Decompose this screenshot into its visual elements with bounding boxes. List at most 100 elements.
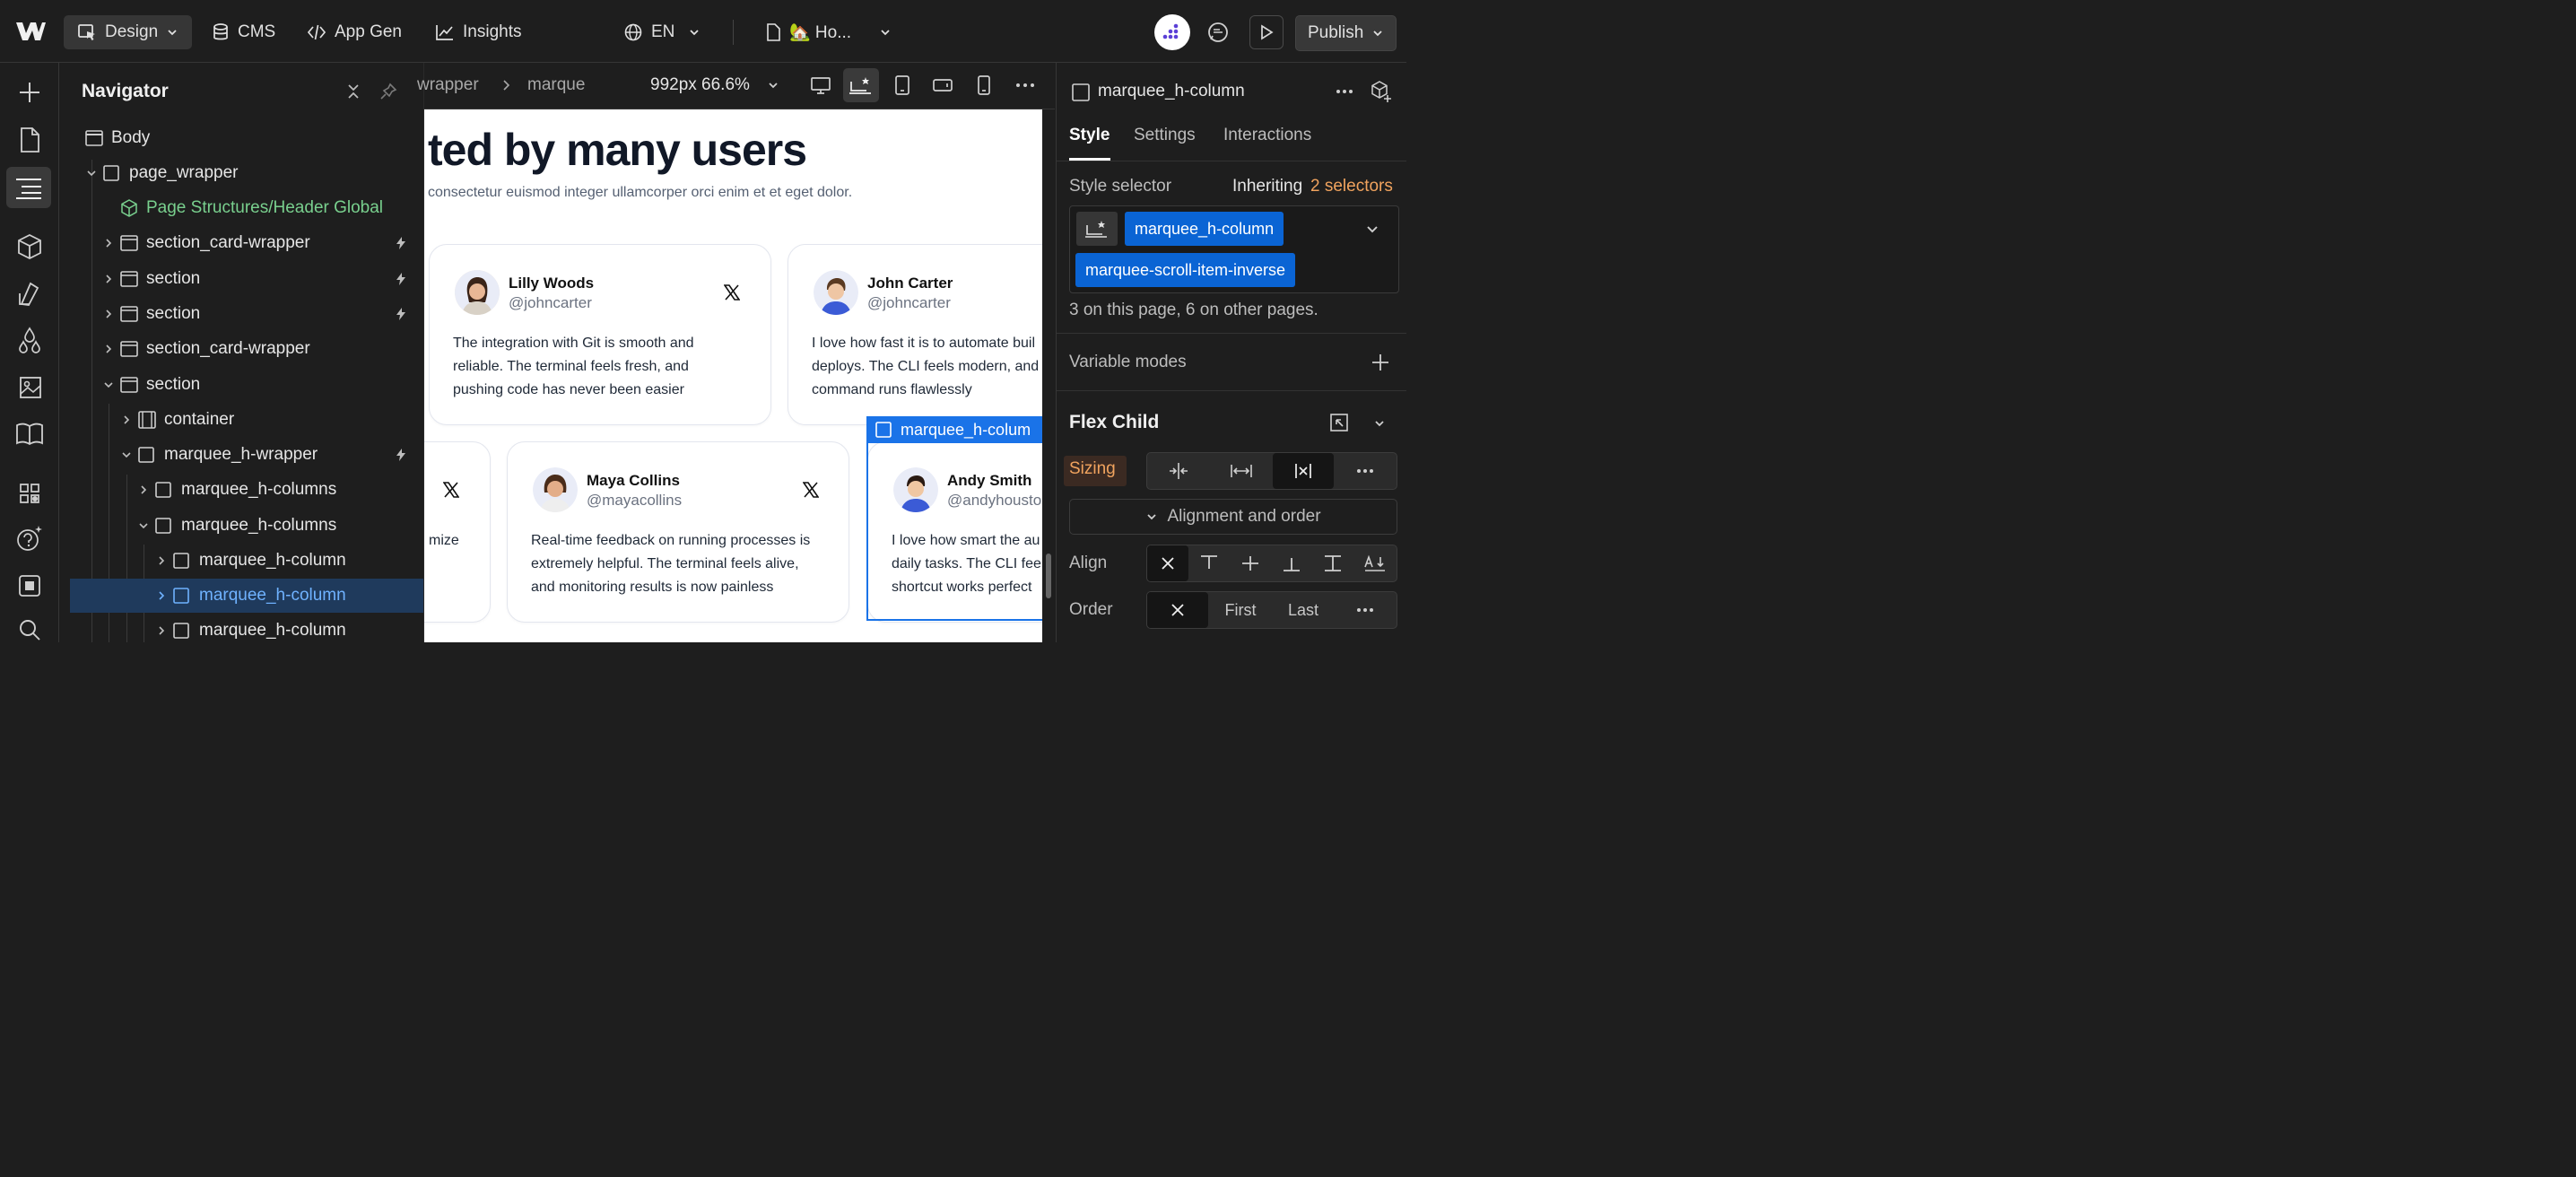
canvas-scrollbar[interactable] <box>1042 109 1055 642</box>
align-none-icon[interactable] <box>1147 545 1188 581</box>
chevron-down-icon[interactable] <box>120 449 133 461</box>
breadcrumb-item[interactable]: wrapper <box>417 75 479 95</box>
tab-interactions[interactable]: Interactions <box>1223 126 1311 145</box>
design-canvas[interactable]: ted by many users consectetur euismod in… <box>424 109 1042 642</box>
desktop-icon[interactable] <box>810 74 831 96</box>
expand-icon[interactable] <box>1328 412 1350 433</box>
pin-icon[interactable] <box>379 82 398 101</box>
components-icon[interactable] <box>12 229 48 265</box>
grow-icon[interactable] <box>1210 453 1273 489</box>
alignment-order-toggle[interactable]: Alignment and order <box>1069 499 1397 535</box>
tree-row-body[interactable]: Body <box>59 121 423 155</box>
style-manager-icon[interactable] <box>12 276 48 312</box>
tree-row-section[interactable]: section <box>59 368 423 402</box>
chevron-down-icon[interactable] <box>1372 416 1387 431</box>
chevron-down-icon[interactable] <box>1364 222 1380 238</box>
align-end-icon[interactable] <box>1271 545 1312 581</box>
chevron-down-icon[interactable] <box>85 167 98 179</box>
cms-collections-icon[interactable] <box>12 416 48 452</box>
selector-field[interactable]: marquee_h-column marquee-scroll-item-inv… <box>1069 205 1399 293</box>
chevron-right-icon[interactable] <box>102 308 115 320</box>
chevron-down-icon[interactable] <box>137 519 150 532</box>
tree-row-container[interactable]: container <box>59 403 423 437</box>
align-stretch-icon[interactable] <box>1312 545 1353 581</box>
more-icon[interactable] <box>1334 453 1397 489</box>
add-icon[interactable] <box>12 74 48 110</box>
tree-row-section-card-wrapper[interactable]: section_card-wrapper <box>59 332 423 366</box>
variables-icon[interactable] <box>12 323 48 359</box>
tree-row-marquee-columns[interactable]: marquee_h-columns <box>59 473 423 507</box>
base-breakpoint-icon[interactable] <box>843 68 879 102</box>
cms-button[interactable]: CMS <box>212 15 275 49</box>
order-first-button[interactable]: First <box>1208 592 1273 628</box>
x-logo-icon[interactable] <box>803 482 819 498</box>
x-logo-icon[interactable] <box>724 284 740 301</box>
tree-row-page-wrapper[interactable]: page_wrapper <box>59 156 423 190</box>
order-last-button[interactable]: Last <box>1273 592 1334 628</box>
selector-chip[interactable]: marquee-scroll-item-inverse <box>1075 253 1296 287</box>
tree-row-section[interactable]: section <box>59 262 423 296</box>
webflow-logo-icon[interactable] <box>14 20 47 43</box>
chevron-right-icon[interactable] <box>155 554 168 567</box>
tree-row-marquee-column-selected[interactable]: marquee_h-column <box>70 579 423 613</box>
tree-row-section-card-wrapper[interactable]: section_card-wrapper <box>59 226 423 260</box>
design-mode-button[interactable]: Design <box>64 15 193 49</box>
square-icon[interactable] <box>12 568 48 604</box>
no-shrink-icon[interactable] <box>1273 453 1334 489</box>
tree-row-section[interactable]: section <box>59 297 423 331</box>
chevron-down-icon[interactable] <box>767 79 779 92</box>
tab-style[interactable]: Style <box>1069 126 1110 145</box>
language-selector[interactable]: EN <box>623 15 701 49</box>
comment-icon[interactable] <box>1202 16 1234 48</box>
chevron-down-icon[interactable] <box>102 379 115 391</box>
chevron-right-icon[interactable] <box>120 414 133 426</box>
collapse-all-icon[interactable] <box>344 83 362 100</box>
align-center-icon[interactable] <box>1230 545 1271 581</box>
chevron-right-icon[interactable] <box>102 237 115 249</box>
mobile-portrait-icon[interactable] <box>975 74 993 96</box>
tree-row-marquee-wrapper[interactable]: marquee_h-wrapper <box>59 438 423 472</box>
tree-row-header-component[interactable]: Page Structures/Header Global <box>59 191 423 225</box>
selection-outline[interactable] <box>866 416 1042 621</box>
navigator-icon[interactable] <box>6 167 51 208</box>
preview-button[interactable] <box>1249 15 1284 49</box>
selector-chip[interactable]: marquee_h-column <box>1125 212 1284 246</box>
chevron-right-icon[interactable] <box>137 484 150 496</box>
chevron-right-icon[interactable] <box>155 624 168 637</box>
tree-row-marquee-columns[interactable]: marquee_h-columns <box>59 509 423 543</box>
order-none-icon[interactable] <box>1147 592 1208 628</box>
align-baseline-icon[interactable] <box>1353 545 1397 581</box>
publish-button[interactable]: Publish <box>1295 15 1397 51</box>
scrollbar-thumb[interactable] <box>1046 554 1051 598</box>
page-selector[interactable]: 🏡 Ho... <box>765 15 892 49</box>
align-start-icon[interactable] <box>1188 545 1230 581</box>
more-icon[interactable] <box>1334 592 1397 628</box>
more-icon[interactable] <box>1336 89 1353 94</box>
canvas-size-label[interactable]: 992px 66.6% <box>650 75 750 95</box>
avatar[interactable] <box>1154 14 1190 50</box>
app-gen-button[interactable]: App Gen <box>307 15 402 49</box>
x-logo-icon[interactable] <box>443 482 459 498</box>
navigator-panel: Navigator Body page_wrapper Page Structu… <box>59 63 424 642</box>
tablet-icon[interactable] <box>893 74 911 96</box>
search-icon[interactable] <box>12 612 48 642</box>
tree-row-marquee-column[interactable]: marquee_h-column <box>59 544 423 578</box>
chevron-right-icon[interactable] <box>155 589 168 602</box>
add-icon[interactable] <box>1371 353 1390 372</box>
apps-icon[interactable] <box>12 475 48 511</box>
inheriting-selectors-link[interactable]: 2 selectors <box>1310 177 1393 196</box>
assets-icon[interactable] <box>12 370 48 405</box>
mobile-landscape-icon[interactable] <box>932 74 953 96</box>
shrink-icon[interactable] <box>1147 453 1210 489</box>
chevron-right-icon[interactable] <box>102 343 115 355</box>
chevron-right-icon[interactable] <box>102 273 115 285</box>
add-component-icon[interactable] <box>1370 80 1393 103</box>
selection-label[interactable]: marquee_h-colum <box>866 416 1042 443</box>
more-icon[interactable] <box>1015 83 1035 88</box>
tree-row-marquee-column[interactable]: marquee_h-column <box>59 614 423 642</box>
help-icon[interactable] <box>12 520 48 556</box>
tab-settings[interactable]: Settings <box>1134 126 1196 145</box>
insights-button[interactable]: Insights <box>435 15 521 49</box>
pages-icon[interactable] <box>12 122 48 158</box>
breadcrumb-item[interactable]: marque <box>527 75 585 95</box>
